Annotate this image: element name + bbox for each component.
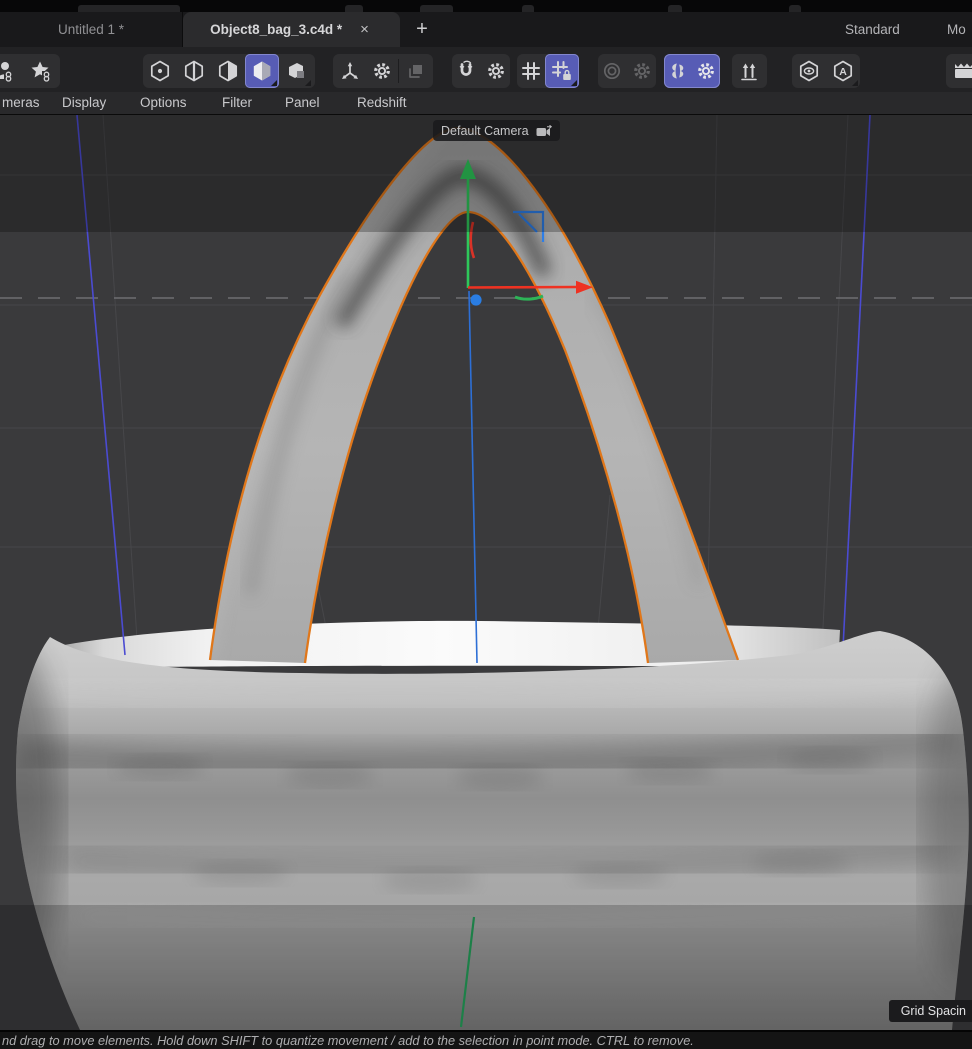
close-tab-icon[interactable]: × <box>356 20 373 39</box>
grid-icon <box>519 59 543 83</box>
tab-object8-bag[interactable]: Object8_bag_3.c4d * × <box>183 12 400 47</box>
double-up-arrows-icon <box>737 59 761 83</box>
quantize-grid-lock-button[interactable] <box>545 54 579 88</box>
double-up-arrows-button[interactable] <box>732 54 766 88</box>
axis-handle-blue-dot[interactable] <box>470 294 481 305</box>
points-mode-icon <box>148 59 172 83</box>
star-link-icon <box>29 59 53 83</box>
edges-mode-button[interactable] <box>177 54 211 88</box>
object-link-button[interactable] <box>0 54 20 88</box>
star-link-button[interactable] <box>24 54 58 88</box>
edges-mode-icon <box>182 59 206 83</box>
rings-icon <box>600 59 624 83</box>
status-text: nd drag to move elements. Hold down SHIF… <box>0 1032 972 1049</box>
top-strip-remnant <box>789 5 801 12</box>
new-tab-button[interactable]: + <box>407 12 437 47</box>
document-tab-bar: Untitled 1 * Object8_bag_3.c4d * × + Sta… <box>0 12 972 47</box>
annotate-letter: A <box>839 66 847 78</box>
hexagon-eye-icon <box>797 59 821 83</box>
main-toolbar: A <box>0 47 972 92</box>
camera-icon <box>536 125 552 137</box>
top-strip <box>0 0 972 12</box>
workplane-icon <box>404 59 428 83</box>
snap-group <box>452 54 510 88</box>
polygons-mode-button[interactable] <box>211 54 245 88</box>
menu-options[interactable]: Options <box>140 92 187 114</box>
snap-magnet-icon <box>454 59 478 83</box>
menu-panel[interactable]: Panel <box>285 92 320 114</box>
renderer-label[interactable]: Standard <box>845 12 900 47</box>
points-mode-button[interactable] <box>143 54 177 88</box>
render-clapper-icon <box>952 59 972 83</box>
flyout-corner <box>271 80 277 86</box>
menu-redshift[interactable]: Redshift <box>357 92 407 114</box>
snap-magnet-button[interactable] <box>449 54 483 88</box>
cinema4d-window: Untitled 1 * Object8_bag_3.c4d * × + Sta… <box>0 0 972 1049</box>
menu-filter[interactable]: Filter <box>222 92 252 114</box>
symmetry-settings-gear-icon <box>694 59 718 83</box>
mode-label-clipped[interactable]: Mo <box>947 12 966 47</box>
axis-arrow-red-shaft[interactable] <box>468 287 578 288</box>
status-bar: nd drag to move elements. Hold down SHIF… <box>0 1030 972 1049</box>
snap-settings-gear-button[interactable] <box>479 54 513 88</box>
workplane-button[interactable] <box>399 54 433 88</box>
top-strip-remnant <box>78 5 180 12</box>
hexagon-annotate-button[interactable]: A <box>826 54 860 88</box>
render-frame-bottom-band <box>0 905 972 1030</box>
top-strip-remnant <box>345 5 363 12</box>
tab-label: Untitled 1 * <box>58 22 124 37</box>
viewport-menubar: meras Display Options Filter Panel Redsh… <box>0 92 972 115</box>
symmetry-butterfly-icon <box>666 59 690 83</box>
up-arrows-group <box>732 54 767 88</box>
top-strip-remnant <box>522 5 534 12</box>
camera-label-text: Default Camera <box>441 124 529 138</box>
render-clapper-button[interactable] <box>948 54 972 88</box>
selection-link-group <box>0 54 60 88</box>
grid-button[interactable] <box>514 54 548 88</box>
top-strip-remnant <box>420 5 453 12</box>
mode-group <box>143 54 315 88</box>
render-group <box>946 54 972 88</box>
grid-group <box>517 54 575 88</box>
move-axes-button[interactable] <box>333 54 367 88</box>
axis-settings-gear-icon <box>370 59 394 83</box>
symmetry-settings-gear-button[interactable] <box>689 54 723 88</box>
polygons-mode-icon <box>216 59 240 83</box>
view-hex-group: A <box>792 54 860 88</box>
rings-settings-gear-icon <box>630 59 654 83</box>
rings-group <box>598 54 656 88</box>
model-mode-button[interactable] <box>245 54 279 88</box>
axis-settings-gear-button[interactable] <box>365 54 399 88</box>
grid-spacing-label: Grid Spacin <box>889 1000 972 1022</box>
move-axes-icon <box>338 59 362 83</box>
tab-label: Object8_bag_3.c4d * <box>210 22 342 37</box>
menu-cameras-clipped[interactable]: meras <box>2 92 40 114</box>
snap-settings-gear-icon <box>484 59 508 83</box>
symmetry-group <box>664 54 720 88</box>
rings-button[interactable] <box>595 54 629 88</box>
object-axis-mode-button[interactable] <box>279 54 313 88</box>
flyout-corner <box>852 80 858 86</box>
flyout-corner <box>305 80 311 86</box>
menu-display[interactable]: Display <box>62 92 106 114</box>
top-strip-remnant <box>668 5 682 12</box>
rings-settings-gear-button[interactable] <box>625 54 659 88</box>
3d-viewport[interactable]: Default Camera Grid Spacin <box>0 115 972 1030</box>
axis-group <box>333 54 433 88</box>
object-link-icon <box>0 59 15 83</box>
tab-untitled[interactable]: Untitled 1 * <box>0 12 183 47</box>
viewport-scene <box>0 115 972 1030</box>
hexagon-eye-button[interactable] <box>792 54 826 88</box>
flyout-corner <box>571 80 577 86</box>
camera-label[interactable]: Default Camera <box>433 120 560 141</box>
